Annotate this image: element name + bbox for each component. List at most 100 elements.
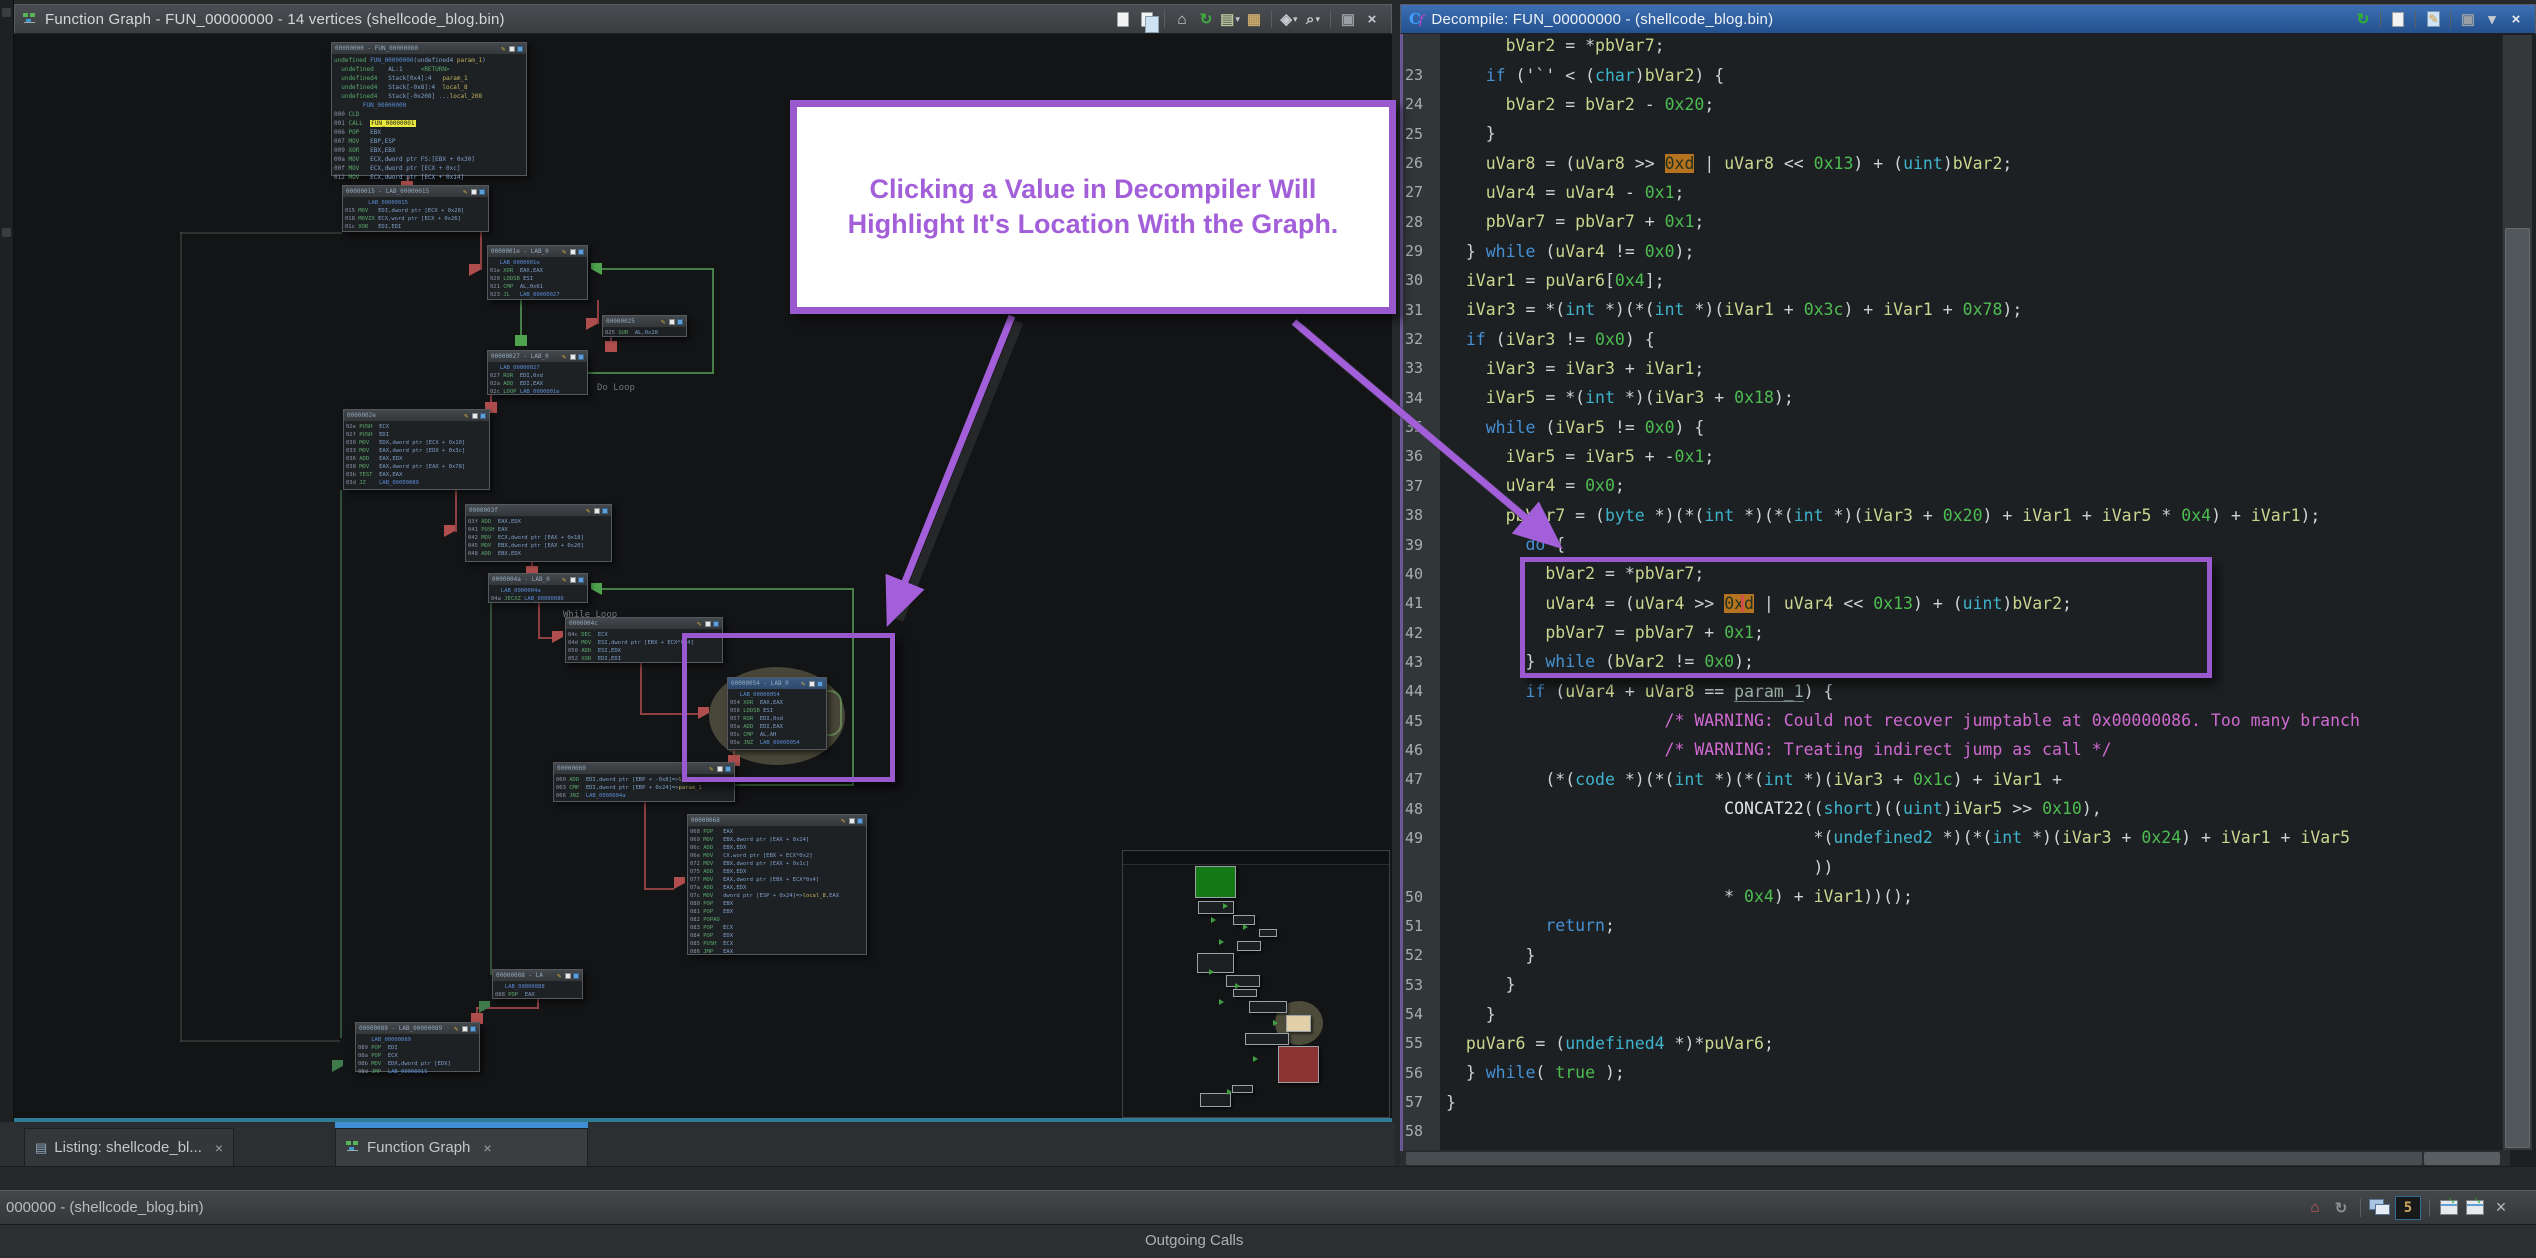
graph-node-header[interactable]: 00000025✎ [603, 316, 686, 328]
background-icon[interactable] [570, 354, 576, 360]
graph-node-n25[interactable]: 00000025✎025 SUB AL,0x20 [602, 315, 687, 337]
code-line[interactable]: 55 puVar6 = (undefined4 *)*puVar6; [1400, 1029, 2516, 1058]
vertical-scrollbar[interactable] [2502, 35, 2532, 1150]
code-line[interactable]: 29 } while (uVar4 != 0x0); [1400, 236, 2516, 265]
home-icon[interactable]: ⌂ [2304, 1197, 2326, 1219]
code-line[interactable]: 23 if ('`' < (char)bVar2) { [1400, 60, 2516, 89]
refresh-icon[interactable]: ↻ [2330, 1197, 2352, 1219]
group-icon[interactable] [857, 818, 863, 824]
graph-node-n4a[interactable]: 0000004a - LAB_0✎ LAB_0000004a04a JECXZ … [488, 573, 588, 603]
graph-node-header[interactable]: 0000002e✎ [344, 410, 489, 422]
background-icon[interactable] [705, 621, 711, 627]
graph-node-header[interactable]: 0000004a - LAB_0✎ [489, 574, 587, 586]
code-line[interactable]: 38 pbVar7 = (byte *)(*(int *)(*(int *)(i… [1400, 501, 2516, 530]
group-icon[interactable] [713, 621, 719, 627]
edit-icon[interactable] [2422, 8, 2444, 30]
code-line[interactable]: 45 /* WARNING: Could not recover jumptab… [1400, 706, 2516, 735]
graph-node-header[interactable]: 00000068✎ [688, 815, 866, 827]
refresh-icon[interactable]: ↻ [1195, 8, 1217, 30]
code-line[interactable]: 56 } while( true ); [1400, 1058, 2516, 1087]
code-line[interactable]: 25 } [1400, 119, 2516, 148]
group-icon[interactable] [677, 319, 683, 325]
background-icon[interactable] [669, 319, 675, 325]
copy-icon[interactable] [1112, 8, 1134, 30]
cascade-windows-icon[interactable] [2369, 1197, 2391, 1219]
code-line[interactable]: 26 uVar8 = (uVar8 >> 0xd | uVar8 << 0x13… [1400, 148, 2516, 177]
group-icon[interactable] [578, 249, 584, 255]
code-line[interactable]: 33 iVar3 = iVar3 + iVar1; [1400, 354, 2516, 383]
group-icon[interactable] [578, 354, 584, 360]
horizontal-scrollbar-thumb[interactable] [1406, 1152, 2422, 1165]
dropdown-icon[interactable]: ▾ [1235, 14, 1240, 25]
code-line[interactable]: 28 pbVar7 = pbVar7 + 0x1; [1400, 207, 2516, 236]
snapshot-icon[interactable]: ▣ [2457, 8, 2479, 30]
code-line[interactable]: 30 iVar1 = puVar6[0x4]; [1400, 266, 2516, 295]
graph-node-header[interactable]: 0000001e - LAB_0✎ [488, 246, 587, 258]
group-icon[interactable] [479, 189, 485, 195]
graph-node-n1e[interactable]: 0000001e - LAB_0✎ LAB_0000001e01e XOR EA… [487, 245, 588, 300]
dropdown-icon[interactable]: ▾ [2481, 8, 2503, 30]
paste-icon[interactable] [1136, 8, 1158, 30]
tab-close-icon[interactable]: × [483, 1140, 491, 1156]
graph-node-n89[interactable]: 00000089 - LAB_00000089✎ LAB_00000089089… [355, 1022, 480, 1072]
background-icon[interactable] [570, 249, 576, 255]
graph-node-header[interactable]: 00000088 - LA✎ [493, 970, 582, 982]
edit-icon[interactable]: ✎ [661, 319, 667, 325]
code-line[interactable]: 47 (*(code *)(*(int *)(*(int *)(iVar3 + … [1400, 765, 2516, 794]
graph-node-header[interactable]: 00000015 - LAB_00000015✎ [343, 186, 488, 198]
code-line[interactable]: 50 * 0x4) + iVar1))(); [1400, 882, 2516, 911]
export-table-icon[interactable] [2464, 1197, 2486, 1219]
import-table-icon[interactable] [2438, 1197, 2460, 1219]
graph-node-header[interactable]: 00000000 - FUN_00000000✎ [332, 43, 526, 55]
code-line[interactable]: 58 [1400, 1117, 2516, 1146]
snapshot-icon[interactable]: ▣ [1337, 8, 1359, 30]
code-line[interactable]: 24 bVar2 = bVar2 - 0x20; [1400, 90, 2516, 119]
code-line[interactable]: )) [1400, 853, 2516, 882]
graph-node-header[interactable]: 0000003f✎ [466, 505, 611, 517]
satellite-view[interactable] [1122, 850, 1390, 1118]
group-icon[interactable] [578, 577, 584, 583]
code-line[interactable]: 46 /* WARNING: Treating indirect jump as… [1400, 735, 2516, 764]
home-icon[interactable]: ⌂ [1171, 8, 1193, 30]
background-icon[interactable] [462, 1026, 468, 1032]
code-line[interactable]: 36 iVar5 = iVar5 + -0x1; [1400, 442, 2516, 471]
background-icon[interactable] [849, 818, 855, 824]
background-icon[interactable] [509, 46, 515, 52]
edit-icon[interactable]: ✎ [841, 818, 847, 824]
tab-function-graph[interactable]: Function Graph × [335, 1128, 588, 1166]
edit-icon[interactable]: ✎ [454, 1026, 460, 1032]
code-line[interactable]: 32 if (iVar3 != 0x0) { [1400, 324, 2516, 353]
close-icon[interactable]: × [1361, 8, 1383, 30]
background-icon[interactable] [565, 973, 571, 979]
close-icon[interactable]: × [2490, 1197, 2512, 1219]
code-line[interactable]: 35 while (iVar5 != 0x0) { [1400, 412, 2516, 441]
refresh-icon[interactable]: ↻ [2352, 8, 2374, 30]
code-line[interactable]: 57} [1400, 1087, 2516, 1116]
graph-node-n27[interactable]: 00000027 - LAB_0✎ LAB_00000027027 ROR ED… [487, 350, 588, 395]
edit-icon[interactable]: ✎ [463, 189, 469, 195]
code-line[interactable]: 44 if (uVar4 + uVar8 == param_1) { [1400, 677, 2516, 706]
group-icon[interactable] [480, 413, 486, 419]
dropdown-icon[interactable]: ▾ [1293, 14, 1298, 25]
edit-icon[interactable]: ✎ [562, 577, 568, 583]
edit-icon[interactable]: ✎ [586, 508, 592, 514]
block-display-icon[interactable]: ▦ [1243, 8, 1265, 30]
tab-listing[interactable]: ▤ Listing: shellcode_bl... × [24, 1128, 234, 1166]
decompile-titlebar[interactable]: Cf Decompile: FUN_00000000 - (shellcode_… [1400, 4, 2536, 34]
graph-node-n68[interactable]: 00000068✎068 POP EAX069 MOV EBX,dword pt… [687, 814, 867, 955]
edit-icon[interactable]: ✎ [697, 621, 703, 627]
code-line[interactable]: 27 uVar4 = uVar4 - 0x1; [1400, 178, 2516, 207]
horizontal-scrollbar-cap[interactable] [2424, 1152, 2500, 1165]
edit-icon[interactable]: ✎ [501, 46, 507, 52]
graph-node-n2e[interactable]: 0000002e✎02e PUSH ECX02f PUSH EDI030 MOV… [343, 409, 490, 490]
graph-node-header[interactable]: 00000027 - LAB_0✎ [488, 351, 587, 363]
function-graph-titlebar[interactable]: Function Graph - FUN_00000000 - 14 verti… [14, 4, 1392, 34]
group-icon[interactable] [517, 46, 523, 52]
code-line[interactable]: 34 iVar5 = *(int *)(iVar3 + 0x18); [1400, 383, 2516, 412]
dropdown-icon[interactable]: ▾ [1315, 14, 1320, 25]
graph-node-header[interactable]: 00000089 - LAB_00000089✎ [356, 1023, 479, 1035]
graph-node-entry[interactable]: 00000000 - FUN_00000000✎undefined FUN_00… [331, 42, 527, 176]
code-line[interactable]: 51 return; [1400, 911, 2516, 940]
copy-icon[interactable] [2387, 8, 2409, 30]
group-icon[interactable] [470, 1026, 476, 1032]
